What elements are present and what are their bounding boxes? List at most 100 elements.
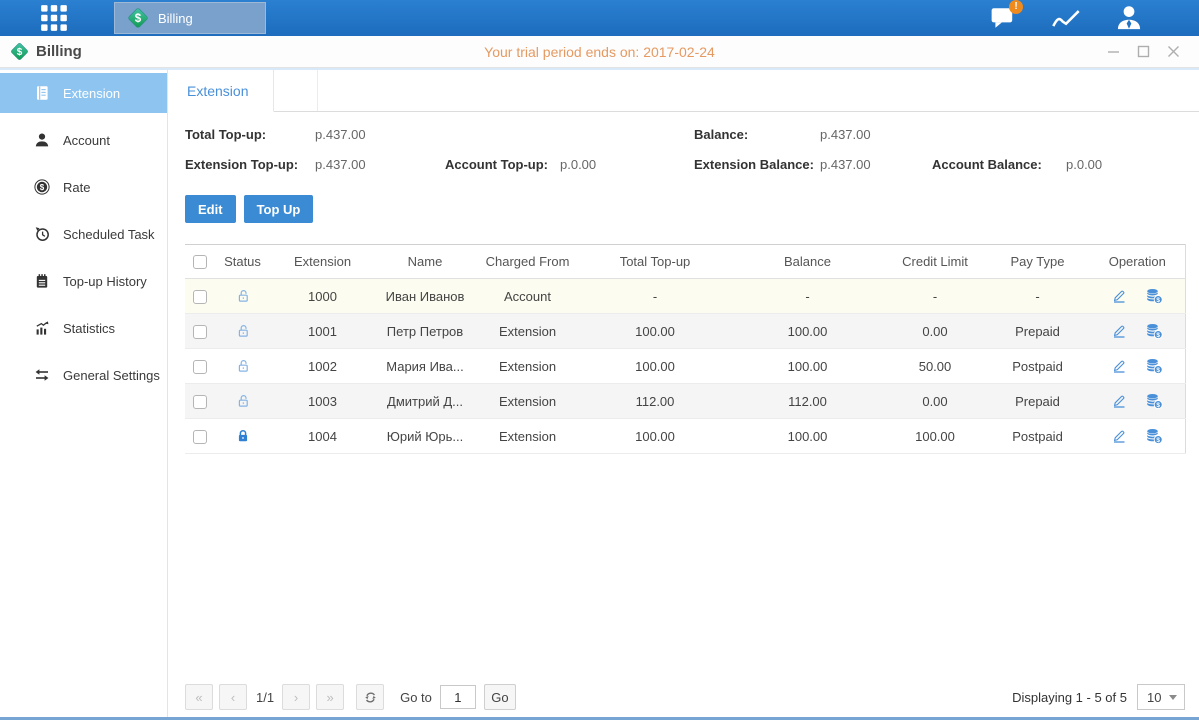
account-topup-value: p.0.00: [560, 157, 596, 172]
tab-extension[interactable]: Extension: [168, 70, 274, 112]
window-title-text: Billing: [36, 43, 82, 60]
cell-credit-limit: 50.00: [885, 349, 985, 384]
col-charged-from: Charged From: [475, 245, 580, 279]
sidebar-item-statistics[interactable]: Statistics: [0, 308, 167, 348]
sidebar-item-scheduled-task[interactable]: Scheduled Task: [0, 214, 167, 254]
sidebar-item-general-settings[interactable]: General Settings: [0, 355, 167, 395]
table-row: 1003 Дмитрий Д... Extension 112.00 112.0…: [185, 384, 1185, 419]
sidebar-item-extension[interactable]: Extension: [0, 73, 167, 113]
sidebar-item-account[interactable]: Account: [0, 120, 167, 160]
desktop-topbar: $ Billing !: [0, 0, 1199, 36]
topup-coins-icon[interactable]: $: [1145, 288, 1163, 304]
account-topup-label: Account Top-up:: [445, 157, 560, 172]
person-icon: [33, 132, 51, 149]
cell-charged-from: Extension: [475, 349, 580, 384]
balance-label: Balance:: [694, 127, 820, 142]
cell-extension: 1001: [270, 314, 375, 349]
cell-credit-limit: 100.00: [885, 419, 985, 454]
col-name: Name: [375, 245, 475, 279]
go-button[interactable]: Go: [484, 684, 516, 710]
sidebar-item-rate[interactable]: $ Rate: [0, 167, 167, 207]
sidebar-item-topup-history[interactable]: Top-up History: [0, 261, 167, 301]
balance-value: p.437.00: [820, 127, 871, 142]
col-status: Status: [215, 245, 270, 279]
edit-icon[interactable]: [1111, 288, 1127, 304]
window-controls: [1105, 44, 1181, 60]
edit-button[interactable]: Edit: [185, 195, 236, 223]
main-content: Extension Total Top-up: p.437.00 Extensi…: [168, 70, 1199, 717]
messages-icon[interactable]: !: [988, 4, 1018, 32]
cell-balance: 112.00: [730, 384, 885, 419]
last-page-button[interactable]: »: [316, 684, 344, 710]
row-checkbox[interactable]: [193, 290, 207, 304]
grid-dots: [39, 3, 69, 33]
line-chart-icon: [1051, 5, 1081, 31]
cell-name: Дмитрий Д...: [375, 384, 475, 419]
cell-charged-from: Extension: [475, 314, 580, 349]
sidebar-item-label: Statistics: [63, 321, 115, 336]
row-checkbox[interactable]: [193, 325, 207, 339]
topup-coins-icon[interactable]: $: [1145, 428, 1163, 444]
cell-total-topup: 100.00: [580, 314, 730, 349]
minimize-button[interactable]: [1105, 44, 1121, 60]
apps-grid-icon[interactable]: [38, 3, 70, 33]
extension-balance-value: p.437.00: [820, 157, 932, 172]
tab-bar: Extension: [168, 70, 1199, 112]
transfer-arrows-icon: [33, 367, 51, 384]
top-up-button[interactable]: Top Up: [244, 195, 314, 223]
unlocked-icon: [235, 393, 251, 409]
table-body: 1000 Иван Иванов Account - - - -: [185, 279, 1185, 454]
sidebar-item-label: Top-up History: [63, 274, 147, 289]
total-topup-value: p.437.00: [315, 127, 366, 142]
cell-pay-type: Postpaid: [985, 419, 1090, 454]
cell-pay-type: Prepaid: [985, 384, 1090, 419]
cell-charged-from: Extension: [475, 419, 580, 454]
maximize-button[interactable]: [1135, 44, 1151, 60]
edit-icon[interactable]: [1111, 323, 1127, 339]
close-button[interactable]: [1165, 44, 1181, 60]
extension-topup-value: p.437.00: [315, 157, 445, 172]
billing-window-icon: $: [10, 42, 29, 61]
edit-icon[interactable]: [1111, 393, 1127, 409]
col-pay-type: Pay Type: [985, 245, 1090, 279]
row-checkbox[interactable]: [193, 360, 207, 374]
refresh-button[interactable]: [356, 684, 384, 710]
row-checkbox[interactable]: [193, 395, 207, 409]
extension-topup-label: Extension Top-up:: [185, 157, 315, 172]
next-page-button[interactable]: ›: [282, 684, 310, 710]
topup-coins-icon[interactable]: $: [1145, 393, 1163, 409]
topup-coins-icon[interactable]: $: [1145, 358, 1163, 374]
goto-label: Go to: [400, 690, 432, 705]
window-titlebar: $ Billing Your trial period ends on: 201…: [0, 36, 1199, 68]
first-page-button[interactable]: «: [185, 684, 213, 710]
billing-window: $ Billing !: [0, 0, 1199, 720]
cell-total-topup: -: [580, 279, 730, 314]
reports-icon[interactable]: [1051, 4, 1081, 32]
user-account-icon[interactable]: [1114, 4, 1144, 32]
goto-page-input[interactable]: [440, 685, 476, 709]
unlocked-icon: [235, 288, 251, 304]
row-checkbox[interactable]: [193, 430, 207, 444]
table-row: 1004 Юрий Юрь... Extension 100.00 100.00…: [185, 419, 1185, 454]
svg-text:$: $: [1157, 367, 1161, 374]
action-buttons: Edit Top Up: [185, 195, 1185, 223]
cell-name: Петр Петров: [375, 314, 475, 349]
topbar-right-icons: !: [988, 4, 1144, 32]
notification-badge: !: [1009, 0, 1023, 14]
edit-icon[interactable]: [1111, 428, 1127, 444]
cell-extension: 1003: [270, 384, 375, 419]
cell-pay-type: Postpaid: [985, 349, 1090, 384]
svg-text:$: $: [40, 183, 45, 192]
svg-text:$: $: [17, 47, 23, 58]
svg-text:$: $: [135, 13, 142, 25]
topup-coins-icon[interactable]: $: [1145, 323, 1163, 339]
prev-page-button[interactable]: ‹: [219, 684, 247, 710]
cell-pay-type: Prepaid: [985, 314, 1090, 349]
page-size-select[interactable]: 10: [1137, 684, 1185, 710]
select-all-checkbox[interactable]: [193, 255, 207, 269]
col-extension: Extension: [270, 245, 375, 279]
page-indicator: 1/1: [256, 690, 274, 705]
cell-credit-limit: 0.00: [885, 384, 985, 419]
edit-icon[interactable]: [1111, 358, 1127, 374]
taskbar-item-billing[interactable]: $ Billing: [114, 2, 266, 34]
